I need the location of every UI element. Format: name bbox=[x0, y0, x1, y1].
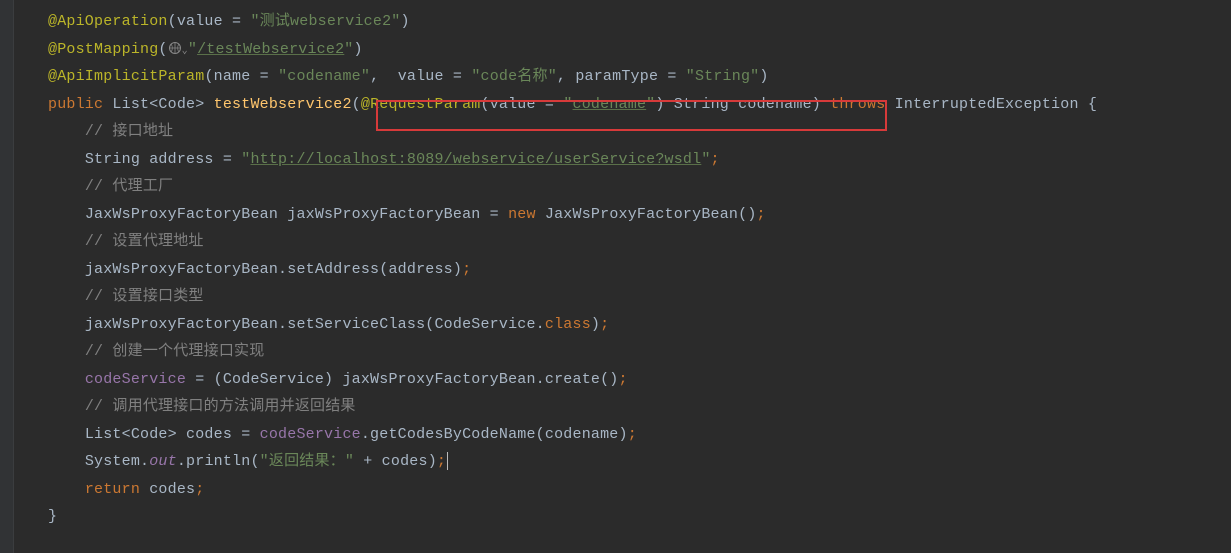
string-quote: " bbox=[188, 41, 197, 58]
type: List<Code> bbox=[112, 96, 213, 113]
comment: // 调用代理接口的方法调用并返回结果 bbox=[85, 398, 356, 415]
static-field: out bbox=[149, 453, 177, 470]
keyword-new: new bbox=[508, 206, 545, 223]
comment: // 接口地址 bbox=[85, 123, 173, 140]
string-quote: " bbox=[344, 41, 353, 58]
code-line[interactable]: @PostMapping(⌄"/testWebservice2") bbox=[14, 36, 1231, 64]
semi: ; bbox=[437, 453, 446, 470]
string: "codename" bbox=[278, 68, 370, 85]
method-name: testWebservice2 bbox=[214, 96, 352, 113]
paren: ( bbox=[168, 13, 177, 30]
code-line[interactable]: // 设置代理地址 bbox=[14, 228, 1231, 256]
comment: // 代理工厂 bbox=[85, 178, 173, 195]
code: System. bbox=[85, 453, 149, 470]
keyword-return: return bbox=[85, 481, 149, 498]
url-link[interactable]: /testWebservice2 bbox=[197, 41, 344, 58]
string-quote: " bbox=[563, 96, 572, 113]
semi: ; bbox=[757, 206, 766, 223]
code: .getCodesByCodeName(codename) bbox=[361, 426, 628, 443]
string: "code名称" bbox=[471, 68, 557, 85]
attr: value = bbox=[398, 68, 472, 85]
sep: , bbox=[370, 68, 398, 85]
paren: ( bbox=[352, 96, 361, 113]
comment: // 设置接口类型 bbox=[85, 288, 204, 305]
code: + codes) bbox=[363, 453, 437, 470]
string: "返回结果：" bbox=[260, 453, 364, 470]
keyword-class: class bbox=[545, 316, 591, 333]
comment: // 创建一个代理接口实现 bbox=[85, 343, 265, 360]
code: codes bbox=[149, 481, 195, 498]
semi: ; bbox=[195, 481, 204, 498]
attr: value = bbox=[177, 13, 251, 30]
attr: paramType = bbox=[575, 68, 685, 85]
code-line[interactable]: System.out.println("返回结果：" + codes); bbox=[14, 448, 1231, 476]
annotation: @ApiImplicitParam bbox=[48, 68, 204, 85]
globe-icon bbox=[168, 41, 182, 55]
code: JaxWsProxyFactoryBean() bbox=[545, 206, 757, 223]
paren: ( bbox=[158, 41, 167, 58]
code-line[interactable]: String address = "http://localhost:8089/… bbox=[14, 146, 1231, 174]
semi: ; bbox=[619, 371, 628, 388]
code-line[interactable]: return codes; bbox=[14, 476, 1231, 504]
code-line[interactable]: public List<Code> testWebservice2(@Reque… bbox=[14, 91, 1231, 119]
brace: { bbox=[1088, 96, 1097, 113]
code: String address = bbox=[85, 151, 241, 168]
sep: , bbox=[557, 68, 575, 85]
code-line[interactable]: } bbox=[14, 503, 1231, 531]
attr: name = bbox=[214, 68, 278, 85]
param: String codename bbox=[674, 96, 812, 113]
field: codeService bbox=[85, 371, 186, 388]
comment: // 设置代理地址 bbox=[85, 233, 204, 250]
code-line[interactable]: // 设置接口类型 bbox=[14, 283, 1231, 311]
code-line[interactable]: List<Code> codes = codeService.getCodesB… bbox=[14, 421, 1231, 449]
semi: ; bbox=[711, 151, 720, 168]
code: jaxWsProxyFactoryBean.setServiceClass(Co… bbox=[85, 316, 545, 333]
semi: ; bbox=[462, 261, 471, 278]
keyword-public: public bbox=[48, 96, 112, 113]
code: = (CodeService) jaxWsProxyFactoryBean.cr… bbox=[186, 371, 618, 388]
string-quote: " bbox=[646, 96, 655, 113]
annotation: @PostMapping bbox=[48, 41, 158, 58]
url-link[interactable]: http://localhost:8089/webservice/userSer… bbox=[250, 151, 701, 168]
semi: ; bbox=[600, 316, 609, 333]
field: codeService bbox=[260, 426, 361, 443]
brace: } bbox=[48, 508, 57, 525]
string-quote: " bbox=[701, 151, 710, 168]
code: JaxWsProxyFactoryBean jaxWsProxyFactoryB… bbox=[85, 206, 508, 223]
code-line[interactable]: @ApiOperation(value = "测试webservice2") bbox=[14, 8, 1231, 36]
string-codename: codename bbox=[573, 96, 647, 113]
string: "String" bbox=[686, 68, 760, 85]
code: jaxWsProxyFactoryBean.setAddress(address… bbox=[85, 261, 462, 278]
code-line[interactable]: codeService = (CodeService) jaxWsProxyFa… bbox=[14, 366, 1231, 394]
paren: ( bbox=[481, 96, 490, 113]
editor-gutter bbox=[0, 0, 14, 553]
code-line[interactable]: jaxWsProxyFactoryBean.setServiceClass(Co… bbox=[14, 311, 1231, 339]
code-editor[interactable]: @ApiOperation(value = "测试webservice2") @… bbox=[0, 0, 1231, 553]
text-caret bbox=[447, 452, 448, 470]
keyword-throws: throws bbox=[830, 96, 894, 113]
paren: ) bbox=[655, 96, 673, 113]
paren: ( bbox=[204, 68, 213, 85]
code: ) bbox=[591, 316, 600, 333]
annotation: @ApiOperation bbox=[48, 13, 168, 30]
paren: ) bbox=[400, 13, 409, 30]
code-line[interactable]: jaxWsProxyFactoryBean.setAddress(address… bbox=[14, 256, 1231, 284]
string: "测试webservice2" bbox=[250, 13, 400, 30]
code: .println( bbox=[177, 453, 260, 470]
code-line[interactable]: // 接口地址 bbox=[14, 118, 1231, 146]
code-line[interactable]: // 创建一个代理接口实现 bbox=[14, 338, 1231, 366]
code-line[interactable]: // 代理工厂 bbox=[14, 173, 1231, 201]
annotation: @RequestParam bbox=[361, 96, 481, 113]
code: List<Code> codes = bbox=[85, 426, 260, 443]
code-line[interactable]: // 调用代理接口的方法调用并返回结果 bbox=[14, 393, 1231, 421]
exception: InterruptedException bbox=[895, 96, 1088, 113]
paren: ) bbox=[759, 68, 768, 85]
code-line[interactable]: @ApiImplicitParam(name = "codename", val… bbox=[14, 63, 1231, 91]
code-line[interactable]: JaxWsProxyFactoryBean jaxWsProxyFactoryB… bbox=[14, 201, 1231, 229]
paren: ) bbox=[354, 41, 363, 58]
semi: ; bbox=[628, 426, 637, 443]
attr: value = bbox=[490, 96, 564, 113]
paren: ) bbox=[812, 96, 830, 113]
